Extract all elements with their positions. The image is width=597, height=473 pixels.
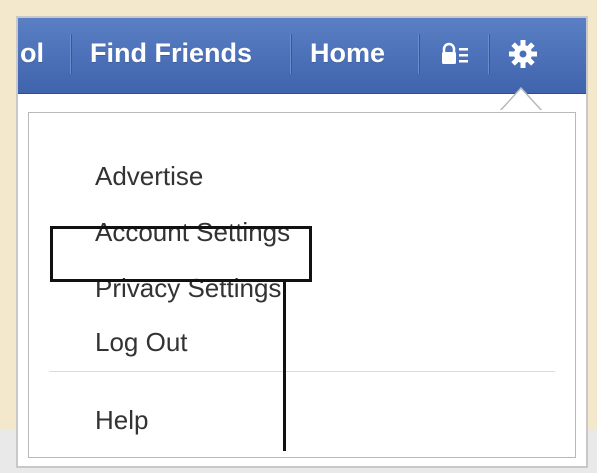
nav-item-find-friends[interactable]: Find Friends: [90, 36, 252, 70]
nav-divider: [70, 34, 72, 74]
menu-item-log-out[interactable]: Log Out: [95, 325, 188, 359]
menu-item-help[interactable]: Help: [95, 403, 148, 437]
nav-divider: [418, 34, 420, 74]
account-dropdown-menu: Advertise Account Settings Privacy Setti…: [28, 112, 576, 458]
nav-divider: [488, 34, 490, 74]
menu-item-advertise[interactable]: Advertise: [95, 159, 203, 193]
nav-divider: [290, 34, 292, 74]
nav-item-home[interactable]: Home: [310, 36, 385, 70]
nav-item-truncated[interactable]: ol: [20, 36, 44, 70]
menu-divider: [49, 371, 555, 372]
callout-pointer-line: [283, 281, 286, 451]
menu-pointer-notch: [497, 86, 545, 112]
callout-highlight-box: [50, 226, 312, 282]
top-navigation-bar: ol Find Friends Home: [18, 18, 586, 94]
privacy-shortcuts-icon[interactable]: [440, 40, 470, 70]
gear-icon[interactable]: [506, 37, 540, 71]
